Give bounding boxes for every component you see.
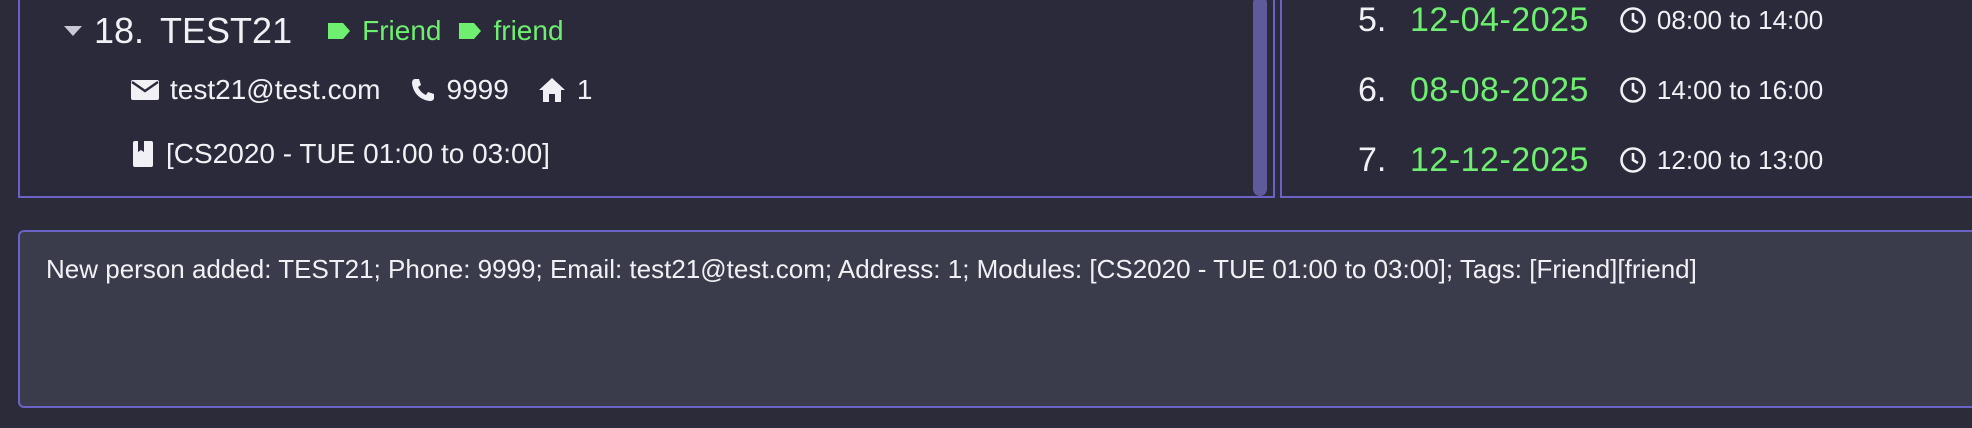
person-address: 1: [576, 74, 593, 105]
clock-icon: [1620, 77, 1646, 103]
clock-icon: [1620, 147, 1646, 173]
appointment-index: 5.: [1358, 0, 1387, 39]
appointment-time: 14:00 to 16:00: [1619, 75, 1823, 106]
result-message: New person added: TEST21; Phone: 9999; E…: [46, 254, 1697, 284]
home-icon: [537, 76, 567, 104]
clock-icon: [1620, 7, 1646, 33]
appointment-date: 12-04-2025: [1410, 0, 1589, 39]
person-email: test21@test.com: [170, 74, 381, 105]
phone-icon: [409, 76, 437, 104]
person-contact-row: test21@test.com 9999 1: [130, 70, 592, 110]
appointment-row[interactable]: 7. 12-12-2025 12:00 to 13:00: [1358, 138, 1823, 182]
person-list-panel[interactable]: 18. TEST21 Friend friend test21@test.com…: [18, 0, 1275, 198]
tag-icon: [459, 23, 482, 39]
tag-icon: [328, 23, 351, 39]
caret-down-icon[interactable]: [64, 26, 82, 36]
person-module-row: [CS2020 - TUE 01:00 to 03:00]: [130, 134, 550, 174]
appointment-row[interactable]: 5. 12-04-2025 08:00 to 14:00: [1358, 0, 1823, 42]
appointment-time: 08:00 to 14:00: [1619, 5, 1823, 36]
scrollbar[interactable]: [1253, 0, 1267, 196]
person-name: TEST21: [160, 10, 293, 51]
person-card-header[interactable]: 18. TEST21 Friend friend: [64, 6, 580, 56]
tag-label: Friend: [362, 15, 442, 46]
book-icon: [130, 139, 156, 169]
tag-friend-lower: friend: [457, 15, 564, 47]
appointment-date: 08-08-2025: [1410, 70, 1589, 109]
person-phone: 9999: [446, 74, 509, 105]
tag-label: friend: [493, 15, 564, 46]
mail-icon: [130, 78, 160, 102]
appointment-index: 6.: [1358, 70, 1387, 109]
appointment-index: 7.: [1358, 140, 1387, 179]
appointment-time-label: 14:00 to 16:00: [1656, 74, 1824, 105]
person-index: 18.: [94, 10, 145, 51]
appointment-time-label: 08:00 to 14:00: [1656, 4, 1824, 35]
appointment-date: 12-12-2025: [1410, 140, 1589, 179]
appointment-time: 12:00 to 13:00: [1619, 145, 1823, 176]
appointment-time-label: 12:00 to 13:00: [1656, 144, 1824, 175]
tag-friend: Friend: [326, 15, 441, 47]
appointment-list-panel[interactable]: 5. 12-04-2025 08:00 to 14:00 6. 08-08-20…: [1280, 0, 1972, 198]
result-display[interactable]: New person added: TEST21; Phone: 9999; E…: [18, 230, 1972, 408]
appointment-row[interactable]: 6. 08-08-2025 14:00 to 16:00: [1358, 68, 1823, 112]
person-module: [CS2020 - TUE 01:00 to 03:00]: [166, 138, 550, 169]
